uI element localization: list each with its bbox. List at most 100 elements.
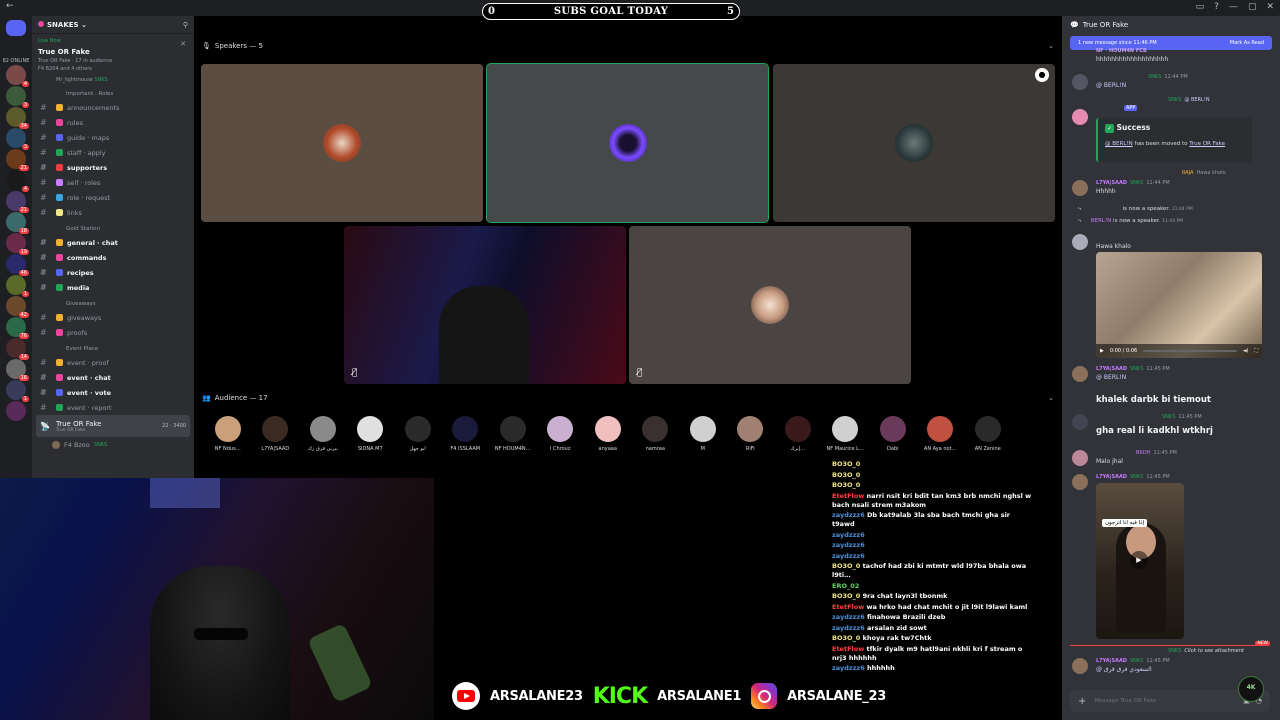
channel-giveaways[interactable]: # giveaways [32, 310, 194, 325]
channel-event-report[interactable]: # event · report [32, 400, 194, 415]
channel-guide-maps[interactable]: # guide · maps [32, 130, 194, 145]
server-icon[interactable]: 76 [6, 317, 29, 339]
message-author[interactable]: L7YA|SAAD [1096, 180, 1127, 186]
avatar[interactable] [1072, 109, 1088, 125]
audience-member[interactable]: M [679, 416, 727, 452]
speaker-tile-2[interactable] [486, 63, 769, 223]
category-important[interactable]: Important · Roles [32, 85, 194, 100]
message-author[interactable]: L7YA|SAAD [1096, 474, 1127, 480]
audience-member[interactable]: l Chrouz [537, 416, 585, 452]
add-attachment-icon[interactable]: + [1078, 696, 1086, 707]
speaker-tile-camera[interactable]: 🎙̸ [344, 226, 626, 384]
audience-member[interactable]: AN Aya not… [917, 416, 965, 452]
attachment-link[interactable]: Click to see attachment [1184, 648, 1244, 654]
avatar[interactable] [1072, 474, 1088, 490]
channel-link[interactable]: True OR Fake [1189, 141, 1225, 147]
channel-staff-apply[interactable]: # staff · apply [32, 145, 194, 160]
server-icon[interactable]: 1 [6, 275, 29, 297]
channel-general-chat[interactable]: # general · chat [32, 235, 194, 250]
server-icon[interactable]: 19 [6, 233, 29, 255]
server-icon[interactable]: 18 [6, 212, 29, 234]
stage-channel-true-or-fake[interactable]: 📡 True OR Fake True OR Fake 22 · 3400 [36, 415, 190, 437]
audience-member[interactable]: namraa [632, 416, 680, 452]
channel-proofs[interactable]: # proofs [32, 325, 194, 340]
channel-links[interactable]: # links [32, 205, 194, 220]
audience-member[interactable]: إيرك… [774, 416, 822, 452]
audience-member[interactable]: L7YA|SAAD [252, 416, 300, 452]
audience-member[interactable]: anyaaa [584, 416, 632, 452]
message-author[interactable]: L7YA|SAAD [1096, 366, 1127, 372]
back-icon[interactable]: ← [6, 1, 14, 11]
speaker-tile-3[interactable]: ● [773, 64, 1055, 222]
server-icon[interactable]: 14 [6, 338, 29, 360]
server-icon[interactable]: 3 [6, 128, 29, 150]
server-icon[interactable]: 4 [6, 170, 29, 192]
settings-icon[interactable]: ● [1035, 68, 1049, 82]
minimize-icon[interactable]: — [1229, 2, 1238, 12]
audience-member[interactable]: RiFi [727, 416, 775, 452]
audience-member[interactable]: Dabi [869, 416, 917, 452]
audience-member[interactable]: NF Maurice L… [822, 416, 870, 452]
chevron-down-icon[interactable]: ⌄ [1048, 42, 1054, 50]
live-now-card[interactable]: Live Now True OR Fake True OR Fake · 17 … [32, 34, 194, 85]
audience-member[interactable]: F4 ISSLAAM [442, 416, 490, 452]
speakers-header[interactable]: 🎙 Speakers — 5 [202, 42, 263, 50]
avatar[interactable] [1072, 74, 1088, 90]
avatar[interactable] [1072, 658, 1088, 674]
category-event-place[interactable]: Event Place [32, 340, 194, 355]
chevron-down-icon[interactable]: ⌄ [1048, 394, 1054, 402]
avatar[interactable] [1072, 180, 1088, 196]
server-icon[interactable]: 1 [6, 380, 29, 402]
category-gold-station[interactable]: Gold Station [32, 220, 194, 235]
channel-role-request[interactable]: # role · request [32, 190, 194, 205]
message-author[interactable]: L7YA|SAAD [1096, 658, 1127, 664]
audience-member[interactable]: أبو جهل [394, 416, 442, 452]
server-icon[interactable]: 21 [6, 149, 29, 171]
channel-commands[interactable]: # commands [32, 250, 194, 265]
avatar[interactable] [1072, 366, 1088, 382]
audience-member[interactable]: SIDNA M7 [347, 416, 395, 452]
server-header[interactable]: SNAKES ⌄ ⚲ [32, 16, 194, 34]
audience-member[interactable]: NF HOUM4N… [489, 416, 537, 452]
close-icon[interactable]: ✕ [180, 40, 186, 48]
play-icon[interactable]: ▶ [1130, 551, 1148, 569]
audience-member[interactable]: AN Zenine [964, 416, 1012, 452]
mark-as-read-button[interactable]: Mark As Read [1230, 40, 1264, 46]
maximize-icon[interactable]: ▢ [1248, 2, 1257, 12]
fullscreen-icon[interactable]: ⛶ [1254, 348, 1258, 354]
mention-link[interactable]: @ BERL!N [1105, 141, 1133, 147]
channel-self-roles[interactable]: # self · roles [32, 175, 194, 190]
video-attachment[interactable]: إذا فيه انا اترجون ▶ [1096, 483, 1184, 639]
speaker-tile-5[interactable]: 🎙̸ [629, 226, 911, 384]
audience-member[interactable]: نيرني قرق زك [299, 416, 347, 452]
stage-user-row[interactable]: F4 Bzoo SNKS [32, 437, 194, 452]
server-icon[interactable]: 21 [6, 191, 29, 213]
close-icon[interactable]: ✕ [1266, 2, 1274, 12]
volume-icon[interactable]: ◄) [1243, 348, 1249, 354]
video-attachment[interactable]: ▶ 0:00 / 0:06 ◄) ⛶ [1096, 252, 1262, 358]
server-icon[interactable]: 42 [6, 296, 29, 318]
system-user[interactable]: BERL!N [1091, 218, 1111, 224]
server-icon[interactable]: 3 [6, 86, 29, 108]
channel-media[interactable]: # media [32, 280, 194, 295]
discord-home-icon[interactable] [6, 20, 26, 36]
help-icon[interactable]: ? [1214, 2, 1219, 12]
message-author[interactable]: NF · HOUM4N FCB [1096, 48, 1147, 54]
channel-event-proof[interactable]: # event · proof [32, 355, 194, 370]
server-icon[interactable]: 16 [6, 359, 29, 381]
speaker-tile-1[interactable] [201, 64, 483, 222]
channel-rules[interactable]: # rules [32, 115, 194, 130]
play-icon[interactable]: ▶ [1100, 348, 1104, 354]
add-member-icon[interactable]: ⚲ [183, 21, 188, 29]
channel-announcements[interactable]: # announcements [32, 100, 194, 115]
channel-recipes[interactable]: # recipes [32, 265, 194, 280]
avatar[interactable] [1072, 414, 1088, 430]
audience-header[interactable]: 👥 Audience — 17 [202, 394, 268, 402]
avatar[interactable] [1072, 234, 1088, 250]
server-icon[interactable]: 46 [6, 254, 29, 276]
audience-member[interactable]: NF Ndus… [204, 416, 252, 452]
video-progress[interactable] [1143, 350, 1237, 352]
server-icon[interactable] [6, 401, 26, 421]
channel-supporters[interactable]: # supporters [32, 160, 194, 175]
inbox-icon[interactable]: ▭ [1196, 2, 1205, 12]
